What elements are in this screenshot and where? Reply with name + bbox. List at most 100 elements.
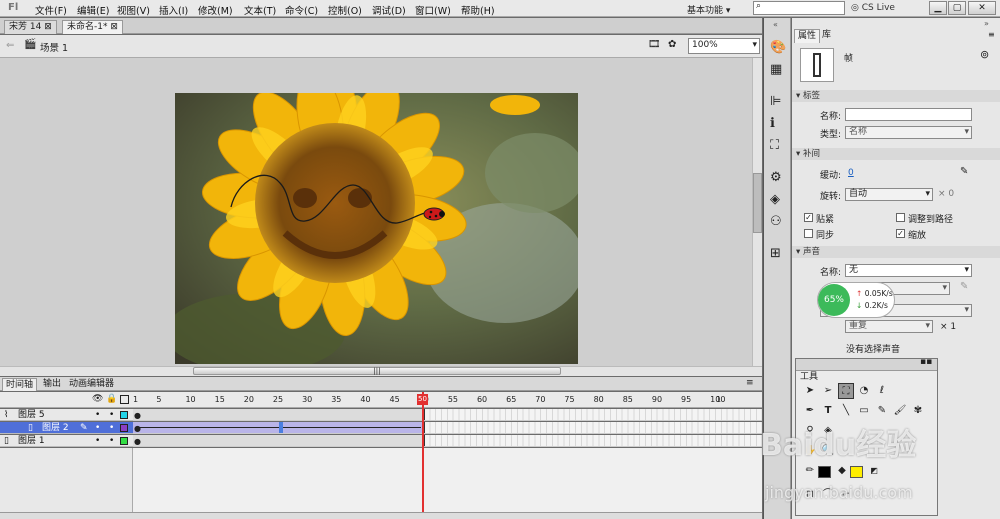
stroke-color-icon[interactable]: ✏ [802,463,818,479]
stage-canvas[interactable] [175,93,578,364]
eye-toggle[interactable]: • [95,409,100,421]
outline-icon[interactable] [120,395,129,404]
motion-presets-icon[interactable]: ⚙ [770,170,782,185]
network-speed-widget[interactable]: 65% ↑ 0.05K/s ↓ 0.2K/s [817,282,895,318]
sound-name-select[interactable]: 无 ▾ [845,264,972,277]
components-icon[interactable]: ◈ [770,192,780,207]
3d-rotation-tool-icon[interactable]: ◔ [856,383,872,399]
repeat-count[interactable]: × 1 [940,322,956,332]
stage-vertical-scrollbar[interactable] [752,58,762,367]
menu-window[interactable]: 窗口(W) [415,3,451,17]
menu-commands[interactable]: 命令(C) [285,3,318,17]
minimize-button[interactable]: ▁ [929,1,947,15]
orient-to-path-checkbox[interactable] [896,213,905,222]
align-icon[interactable]: ⊫ [770,94,781,109]
eye-icon[interactable]: 👁 [92,394,103,404]
tab-timeline[interactable]: 时间轴 [2,378,38,391]
doc-tab-2[interactable]: 未命名-1* ⊠ [62,20,123,34]
layer-row[interactable]: ▯ 图层 1 • • [0,435,133,447]
frame-marker[interactable] [278,422,283,433]
zoom-select[interactable]: 100% ▾ [688,38,760,54]
rotate-select[interactable]: 自动 ▾ [845,188,933,201]
menu-debug[interactable]: 调试(D) [372,3,406,17]
frame-row[interactable]: ● [133,422,762,434]
brush-tool-icon[interactable]: 🖌 [892,403,908,419]
tab-library[interactable]: 库 [819,29,834,43]
close-icon[interactable]: ⊠ [44,22,52,32]
frame-row[interactable]: ● [133,409,762,421]
scale-checkbox[interactable]: ✓ [896,229,905,238]
vscroll-thumb[interactable] [753,173,762,233]
frame-row[interactable]: ● [133,435,762,447]
close-button[interactable]: ✕ [968,1,996,15]
eye-toggle[interactable]: • [95,435,100,447]
history-icon[interactable]: ⊞ [770,246,781,261]
subselection-tool-icon[interactable]: ➢ [820,383,836,399]
layer-name[interactable]: 图层 2 [42,422,69,434]
lasso-tool-icon[interactable]: ℓ [874,383,890,399]
pencil-tool-icon[interactable]: ✎ [874,403,890,419]
rectangle-tool-icon[interactable]: ▭ [856,403,872,419]
tab-properties[interactable]: 属性 [794,29,821,43]
info-icon[interactable]: ℹ [770,116,775,131]
layer-name[interactable]: 图层 5 [18,409,45,421]
menu-control[interactable]: 控制(O) [328,3,362,17]
eye-toggle[interactable]: • [95,422,100,434]
edit-scene-icon[interactable]: 🎞 [648,39,661,50]
edit-sound-pencil-icon[interactable]: ✎ [960,281,968,292]
collapse-panel-icon[interactable]: » [984,19,989,28]
lock-toggle[interactable]: • [109,435,114,447]
playhead-frame-number[interactable]: 50 [417,394,428,405]
hscroll-thumb[interactable]: ||| [193,367,561,375]
code-snippets-icon[interactable]: ⚇ [770,214,782,229]
frame-ruler[interactable]: 1510152025303540455055606570758085909510… [133,392,762,408]
layer-color-swatch[interactable] [120,437,128,445]
menu-text[interactable]: 文本(T) [244,3,276,17]
menu-file[interactable]: 文件(F) [35,3,67,17]
swatches-icon[interactable]: ▦ [770,62,782,77]
keyframe-dot[interactable]: ● [134,437,141,446]
layer-row[interactable]: ▯ 图层 2 ✎ • • [0,422,133,434]
edit-symbols-icon[interactable]: ✿ [668,39,676,50]
rotate-multiplier[interactable]: × 0 [938,189,954,199]
ease-value[interactable]: 0 [848,168,854,178]
line-tool-icon[interactable]: ╲ [838,403,854,419]
menu-modify[interactable]: 修改(M) [198,3,233,17]
sync-checkbox[interactable] [804,229,813,238]
frame-name-input[interactable] [845,108,972,121]
tools-close-icon[interactable]: ▪▪ [920,357,932,367]
deco-tool-icon[interactable]: ✾ [910,403,926,419]
color-panel-icon[interactable]: 🎨 [770,40,786,55]
search-input[interactable]: ⌕ [753,1,845,15]
tab-motion-editor[interactable]: 动画编辑器 [66,378,117,391]
cs-live-button[interactable]: ◎ CS Live [851,3,895,13]
layer-color-swatch[interactable] [120,411,128,419]
back-arrow-icon[interactable]: ⇐ [6,40,14,51]
close-icon[interactable]: ⊠ [110,22,118,32]
playhead[interactable] [422,392,424,512]
tween-section-header[interactable]: ▾ 补间 [792,148,1000,160]
snap-checkbox[interactable]: ✓ [804,213,813,222]
lock-icon[interactable]: 🔒 [106,394,117,404]
panel-menu-icon[interactable]: ≡ [746,378,754,388]
tab-output[interactable]: 输出 [40,378,64,391]
layer-name[interactable]: 图层 1 [18,435,45,447]
layer-row[interactable]: ⌇ 图层 5 • • [0,409,133,421]
fill-color-swatch[interactable] [850,466,863,478]
keyframe-dot[interactable]: ● [134,411,141,420]
maximize-button[interactable]: ▢ [948,1,966,15]
text-tool-icon[interactable]: T [820,403,836,419]
fill-color-icon[interactable]: ◆ [834,463,850,479]
lock-toggle[interactable]: • [109,422,114,434]
selection-tool-icon[interactable]: ➤ [802,383,818,399]
menu-view[interactable]: 视图(V) [117,3,150,17]
menu-help[interactable]: 帮助(H) [461,3,495,17]
pen-tool-icon[interactable]: ✒ [802,403,818,419]
menu-insert[interactable]: 插入(I) [159,3,188,17]
repeat-select[interactable]: 重复 ▾ [845,320,933,333]
sound-section-header[interactable]: ▾ 声音 [792,246,1000,258]
frame-span[interactable] [133,409,425,420]
menu-edit[interactable]: 编辑(E) [77,3,109,17]
help-icon[interactable]: ⊚ [980,48,989,61]
doc-tab-1[interactable]: 宋芳 14 ⊠ [4,20,57,34]
